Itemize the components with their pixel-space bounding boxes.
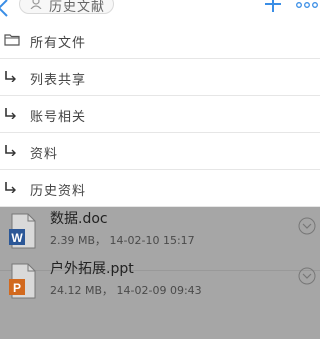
- dropdown-item-label: 账号相关: [30, 110, 87, 125]
- chevron-down-icon[interactable]: [298, 217, 316, 235]
- file-name: 户外拓展.ppt: [50, 261, 134, 277]
- dropdown-item-all-files[interactable]: 所有文件: [0, 22, 320, 59]
- file-meta: 2.39 MB， 14-02-10 15:17: [50, 234, 195, 247]
- dropdown-item-label: 资料: [30, 147, 59, 162]
- dropdown-item-label: 所有文件: [30, 36, 87, 51]
- subfolder-arrow-icon: [5, 108, 16, 119]
- subfolder-arrow-icon: [5, 71, 16, 82]
- file-row[interactable]: P 户外拓展.ppt 24.12 MB， 14-02-09 09:43: [0, 257, 320, 321]
- word-doc-icon: W: [9, 213, 36, 249]
- folder-selector-label: 历史文献: [49, 0, 106, 15]
- top-bar: 历史文献: [0, 0, 320, 22]
- file-name: 数据.doc: [50, 211, 108, 227]
- user-icon: [30, 0, 42, 9]
- subfolder-arrow-icon: [5, 182, 16, 193]
- folder-selector-button[interactable]: 历史文献: [19, 0, 114, 15]
- more-icon[interactable]: [296, 2, 318, 8]
- dropdown-item-materials[interactable]: 资料: [0, 133, 320, 170]
- dropdown-item-history[interactable]: 历史资料: [0, 170, 320, 207]
- chevron-down-icon[interactable]: [298, 267, 316, 285]
- dropdown-item-label: 列表共享: [30, 73, 87, 88]
- folder-dropdown-menu: 所有文件 列表共享 账号相关 资料 历史资料: [0, 22, 320, 207]
- dropdown-item-account[interactable]: 账号相关: [0, 96, 320, 133]
- plus-icon[interactable]: [264, 0, 282, 13]
- ppt-doc-icon: P: [9, 263, 36, 299]
- svg-text:W: W: [11, 231, 23, 245]
- svg-text:P: P: [13, 281, 21, 295]
- folder-icon: [4, 34, 20, 46]
- chevron-left-icon[interactable]: [0, 0, 10, 18]
- file-meta: 24.12 MB， 14-02-09 09:43: [50, 284, 202, 297]
- dropdown-item-label: 历史资料: [30, 184, 87, 199]
- dropdown-item-list-share[interactable]: 列表共享: [0, 59, 320, 96]
- subfolder-arrow-icon: [5, 145, 16, 156]
- file-list-overlay[interactable]: W 数据.doc 2.39 MB， 14-02-10 15:17 P 户外拓展.…: [0, 207, 320, 339]
